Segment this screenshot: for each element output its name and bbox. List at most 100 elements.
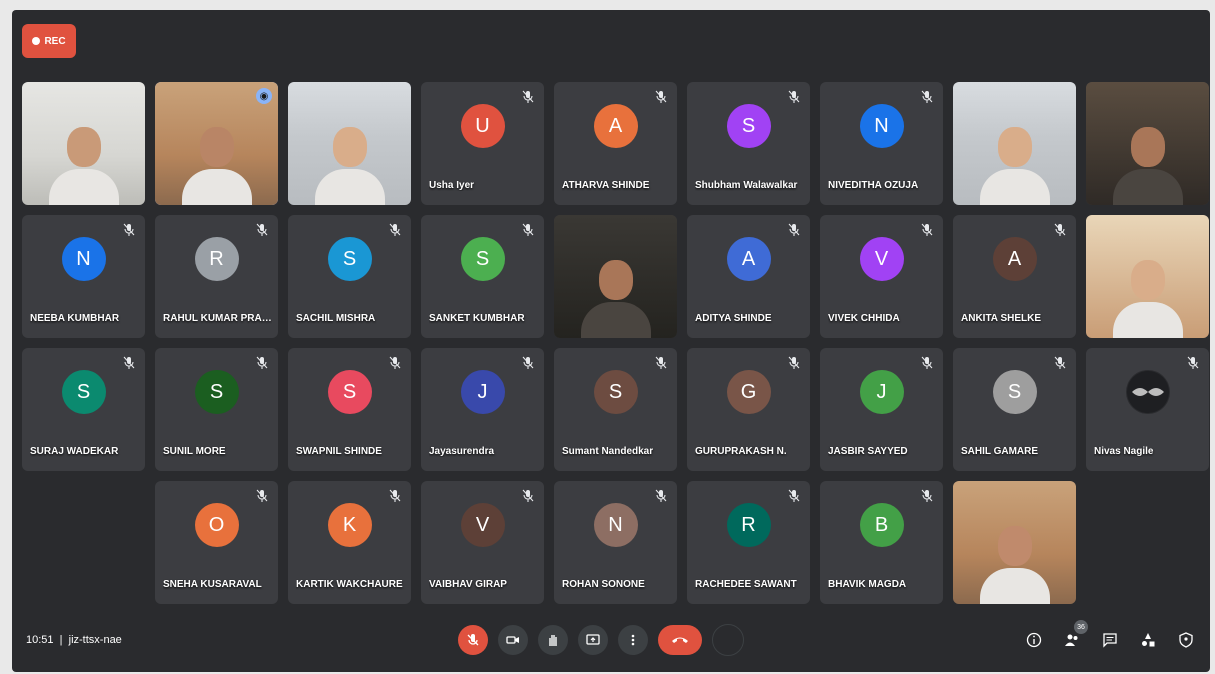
camera-toggle-button[interactable] xyxy=(498,625,528,655)
participant-avatar: B xyxy=(859,503,904,547)
participant-video xyxy=(288,82,411,205)
mic-muted-icon xyxy=(655,356,667,370)
participant-tile[interactable]: K KARTIK WAKCHAURE xyxy=(288,481,411,604)
participant-tile[interactable]: S SANKET KUMBHAR xyxy=(421,215,544,338)
participant-video xyxy=(554,215,677,338)
participant-tile[interactable] xyxy=(554,215,677,338)
empty-slot xyxy=(1086,481,1209,604)
participant-tile[interactable] xyxy=(288,82,411,205)
participant-tile[interactable]: G GURUPRAKASH N. xyxy=(687,348,810,471)
participant-avatar: V xyxy=(859,237,904,281)
meeting-details-button[interactable] xyxy=(1024,630,1044,650)
participant-figure xyxy=(314,127,385,205)
participant-tile[interactable]: J JASBIR SAYYED xyxy=(820,348,943,471)
participant-video xyxy=(953,481,1076,604)
participant-tile[interactable] xyxy=(22,82,145,205)
participant-tile[interactable] xyxy=(953,82,1076,205)
participant-tile[interactable]: S Sumant Nandedkar xyxy=(554,348,677,471)
participant-avatar: V xyxy=(460,503,505,547)
participant-name: GURUPRAKASH N. xyxy=(695,446,787,457)
chat-icon xyxy=(1103,633,1117,648)
empty-slot xyxy=(22,481,145,604)
participant-avatar: R xyxy=(194,237,239,281)
participant-figure xyxy=(979,526,1050,604)
participant-tile[interactable]: S SAHIL GAMARE xyxy=(953,348,1076,471)
participant-figure xyxy=(48,127,119,205)
participant-tile[interactable]: S SACHIL MISHRA xyxy=(288,215,411,338)
participant-tile[interactable] xyxy=(1086,82,1209,205)
participant-tile[interactable]: S SURAJ WADEKAR xyxy=(22,348,145,471)
participant-tile[interactable]: B BHAVIK MAGDA xyxy=(820,481,943,604)
present-icon xyxy=(586,634,600,645)
people-count-badge: 36 xyxy=(1074,620,1088,634)
participant-tile[interactable] xyxy=(953,481,1076,604)
participant-tile[interactable]: N NIVEDITHA OZUJA xyxy=(820,82,943,205)
participant-tile[interactable]: V VAIBHAV GIRAP xyxy=(421,481,544,604)
participant-name: SUNIL MORE xyxy=(163,446,226,457)
activities-button[interactable] xyxy=(1138,630,1158,650)
raise-hand-button[interactable] xyxy=(538,625,568,655)
participant-avatar: J xyxy=(859,370,904,414)
recording-badge: REC xyxy=(22,24,76,58)
present-button[interactable] xyxy=(578,625,608,655)
participant-name: RACHEDEE SAWANT xyxy=(695,579,797,590)
participant-tile[interactable]: V VIVEK CHHIDA xyxy=(820,215,943,338)
participant-name: Jayasurendra xyxy=(429,446,495,457)
participant-tile[interactable]: N ROHAN SONONE xyxy=(554,481,677,604)
participant-avatar: N xyxy=(61,237,106,281)
participant-name: RAHUL KUMAR PRASAD xyxy=(163,313,272,324)
host-controls-button[interactable] xyxy=(1176,630,1196,650)
mic-muted-icon xyxy=(1054,356,1066,370)
participant-tile[interactable]: A ATHARVA SHINDE xyxy=(554,82,677,205)
extra-control-button[interactable] xyxy=(712,624,744,656)
mic-muted-icon xyxy=(655,489,667,503)
recording-label: REC xyxy=(44,35,66,47)
participant-video xyxy=(1086,82,1209,205)
participant-figure xyxy=(979,127,1050,205)
people-icon xyxy=(1065,634,1078,646)
mic-muted-icon xyxy=(921,489,933,503)
participant-avatar: O xyxy=(194,503,239,547)
participant-avatar: S xyxy=(327,237,372,281)
participant-tile[interactable] xyxy=(1086,215,1209,338)
participant-tile[interactable]: R RAHUL KUMAR PRASAD xyxy=(155,215,278,338)
mic-muted-icon xyxy=(256,356,268,370)
participant-tile[interactable]: ◉ xyxy=(155,82,278,205)
chat-button[interactable] xyxy=(1100,630,1120,650)
participant-tile[interactable]: Nivas Nagile xyxy=(1086,348,1209,471)
mic-muted-icon xyxy=(1187,356,1199,370)
people-button[interactable]: 36 xyxy=(1062,620,1088,650)
more-options-button[interactable] xyxy=(618,625,648,655)
mic-muted-icon xyxy=(921,356,933,370)
mic-muted-icon xyxy=(256,223,268,237)
participant-tile[interactable]: S SWAPNIL SHINDE xyxy=(288,348,411,471)
end-call-button[interactable] xyxy=(658,625,702,655)
participant-video xyxy=(953,82,1076,205)
participant-name: JASBIR SAYYED xyxy=(828,446,908,457)
participant-tile[interactable]: S SUNIL MORE xyxy=(155,348,278,471)
participant-tile[interactable]: A ADITYA SHINDE xyxy=(687,215,810,338)
participant-name: KARTIK WAKCHAURE xyxy=(296,579,403,590)
participant-tile[interactable]: A ANKITA SHELKE xyxy=(953,215,1076,338)
host-controls-icon xyxy=(1179,632,1193,648)
participant-avatar: S xyxy=(593,370,638,414)
participant-avatar: G xyxy=(726,370,771,414)
participant-name: ANKITA SHELKE xyxy=(961,313,1041,324)
participant-tile[interactable]: N NEEBA KUMBHAR xyxy=(22,215,145,338)
participant-avatar: U xyxy=(460,104,505,148)
participant-tile[interactable]: J Jayasurendra xyxy=(421,348,544,471)
mic-toggle-button[interactable] xyxy=(458,625,488,655)
mic-muted-icon xyxy=(788,489,800,503)
mic-muted-icon xyxy=(123,223,135,237)
participant-grid: ◉ U Usha Iyer A ATHARVA SHINDE S Shubham Walaw… xyxy=(22,82,1209,604)
participant-tile[interactable]: U Usha Iyer xyxy=(421,82,544,205)
participant-tile[interactable]: S Shubham Walawalkar xyxy=(687,82,810,205)
mic-muted-icon xyxy=(788,223,800,237)
record-icon xyxy=(32,37,41,45)
participant-avatar: S xyxy=(460,237,505,281)
mic-muted-icon xyxy=(921,223,933,237)
participant-tile[interactable]: R RACHEDEE SAWANT xyxy=(687,481,810,604)
participant-name: Sumant Nandedkar xyxy=(562,446,654,457)
participant-tile[interactable]: O SNEHA KUSARAVAL xyxy=(155,481,278,604)
pin-icon[interactable]: ◉ xyxy=(256,88,272,104)
